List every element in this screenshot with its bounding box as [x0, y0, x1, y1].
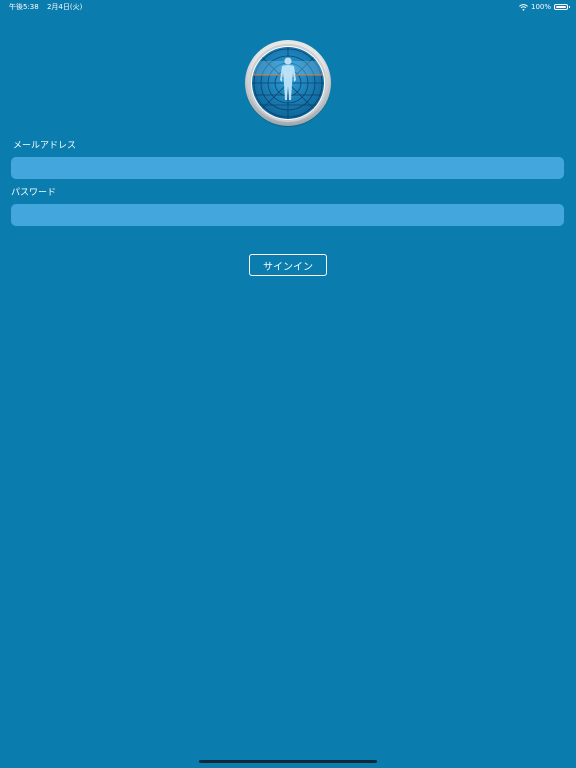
status-bar: 午後5:38 2月4日(火) 100% [0, 0, 576, 14]
body-scan-logo-icon [244, 39, 332, 127]
wifi-icon [519, 3, 528, 11]
email-field[interactable] [11, 157, 564, 179]
signin-button[interactable]: サインイン [249, 254, 327, 276]
home-indicator[interactable] [199, 760, 377, 763]
status-right: 100% [519, 0, 570, 14]
password-field[interactable] [11, 204, 564, 226]
status-left: 午後5:38 2月4日(火) [9, 0, 82, 14]
email-label: メールアドレス [13, 141, 77, 151]
status-date: 2月4日(火) [46, 3, 83, 11]
battery-percent: 100% [530, 3, 551, 11]
battery-icon [554, 4, 570, 10]
password-label: パスワード [11, 188, 57, 198]
status-time: 午後5:38 [9, 3, 39, 11]
